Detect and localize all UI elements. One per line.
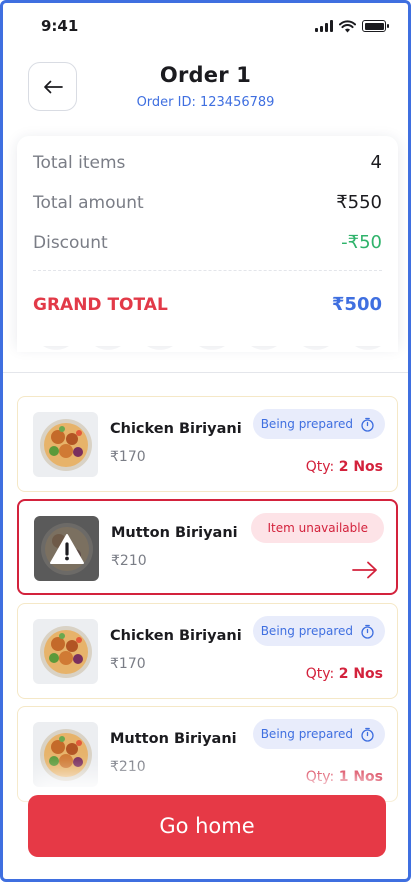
biriyani-bowl-image xyxy=(39,728,92,781)
receipt-scallop-edge xyxy=(17,342,398,352)
quantity-value: 2 Nos xyxy=(338,459,383,475)
quantity: Qty: 2 Nos xyxy=(306,666,383,682)
signal-icon xyxy=(315,20,333,32)
page-title: Order 1 xyxy=(159,63,252,87)
quantity-value: 2 Nos xyxy=(338,666,383,682)
quantity-label: Qty: xyxy=(305,459,335,475)
grand-total-label: GRAND TOTAL xyxy=(33,294,168,315)
status-text: Item unavailable xyxy=(267,521,368,535)
item-price: ₹210 xyxy=(110,759,146,775)
status-badge: Being prepared xyxy=(252,616,385,646)
item-price: ₹210 xyxy=(111,553,147,569)
quantity-label: Qty: xyxy=(305,769,335,785)
status-badge: Being prepared xyxy=(252,719,385,749)
order-id: Order ID: 123456789 xyxy=(136,95,275,110)
timer-icon xyxy=(361,624,374,639)
food-thumbnail xyxy=(33,412,98,477)
total-amount-label: Total amount xyxy=(33,192,144,213)
summary-row-total-items: Total items 4 xyxy=(33,152,382,173)
quantity-label: Qty: xyxy=(305,666,335,682)
summary-row-discount: Discount -₹50 xyxy=(33,232,382,253)
item-name: Mutton Biriyani xyxy=(110,731,237,747)
item-price: ₹170 xyxy=(110,449,146,465)
summary-divider xyxy=(33,270,382,271)
total-amount-value: ₹550 xyxy=(336,192,382,213)
status-text: Being prepared xyxy=(260,727,353,741)
status-badge: Being prepared xyxy=(252,409,385,439)
quantity-value: 1 Nos xyxy=(338,769,383,785)
warning-icon xyxy=(49,533,84,564)
list-item[interactable]: Chicken Biriyani ₹170 Being prepared Qty… xyxy=(17,603,398,699)
item-price: ₹170 xyxy=(110,656,146,672)
go-home-button[interactable]: Go home xyxy=(28,795,386,857)
battery-icon xyxy=(362,20,389,32)
grand-total-value: ₹500 xyxy=(331,294,382,315)
discount-label: Discount xyxy=(33,232,108,253)
wifi-icon xyxy=(339,19,356,32)
status-text: Being prepared xyxy=(260,417,353,431)
food-thumbnail xyxy=(34,516,99,581)
status-time: 9:41 xyxy=(41,17,79,35)
food-thumbnail xyxy=(33,722,98,787)
item-name: Mutton Biriyani xyxy=(111,525,238,541)
quantity: Qty: 1 Nos xyxy=(306,769,383,785)
phone-screen: 9:41 Order 1 Order ID: 123456789 Total i… xyxy=(0,0,411,882)
list-item[interactable]: Chicken Biriyani ₹170 Being prepared Qty… xyxy=(17,396,398,492)
timer-icon xyxy=(361,417,374,432)
status-text: Being prepared xyxy=(260,624,353,638)
unavailable-badge: Item unavailable xyxy=(251,513,384,543)
item-name: Chicken Biriyani xyxy=(110,421,242,437)
section-divider xyxy=(3,372,408,373)
status-icons xyxy=(315,18,389,34)
biriyani-bowl-image xyxy=(39,418,92,471)
item-name: Chicken Biriyani xyxy=(110,628,242,644)
food-thumbnail xyxy=(33,619,98,684)
order-summary-card: Total items 4 Total amount ₹550 Discount… xyxy=(17,136,398,352)
summary-row-grand-total: GRAND TOTAL ₹500 xyxy=(33,294,382,315)
discount-value: -₹50 xyxy=(341,232,382,253)
status-bar: 9:41 xyxy=(3,3,408,49)
list-item-unavailable[interactable]: Mutton Biriyani ₹210 Item unavailable xyxy=(17,499,398,595)
total-items-value: 4 xyxy=(370,152,382,173)
biriyani-bowl-image xyxy=(39,625,92,678)
quantity: Qty: 2 Nos xyxy=(306,459,383,475)
list-item[interactable]: Mutton Biriyani ₹210 Being prepared Qty:… xyxy=(17,706,398,802)
total-items-label: Total items xyxy=(33,152,126,173)
arrow-right-icon[interactable] xyxy=(352,561,378,579)
summary-row-total-amount: Total amount ₹550 xyxy=(33,192,382,213)
timer-icon xyxy=(361,727,374,742)
